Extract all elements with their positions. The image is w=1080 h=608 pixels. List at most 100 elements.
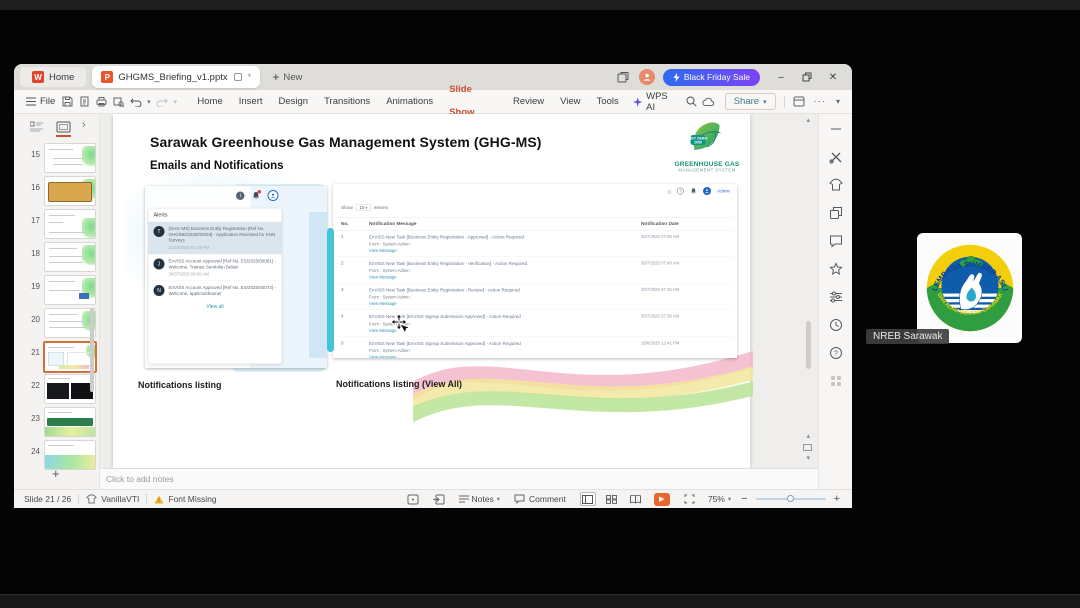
table-row: 2 EnVISS New Task [Business Entity Regis…: [337, 257, 733, 284]
save-button[interactable]: [59, 94, 76, 110]
slide-thumb-21-selected[interactable]: [43, 341, 97, 373]
info-icon: i: [236, 191, 245, 200]
tab-home[interactable]: W Home: [20, 67, 87, 87]
normal-view-button[interactable]: [579, 492, 596, 506]
tab-list-icon[interactable]: [617, 71, 629, 83]
help-icon[interactable]: ?: [829, 346, 843, 360]
slide-thumb-19[interactable]: [44, 275, 96, 305]
search-button[interactable]: [683, 94, 700, 110]
play-icon: ▶: [659, 496, 665, 503]
expand-panel-chevron[interactable]: ›: [82, 119, 86, 131]
theme-icon: [86, 494, 98, 504]
window-tab-bar: W Home P GHGMS_Briefing_v1.pptx * + New …: [14, 64, 852, 90]
svg-text:NET ZERO: NET ZERO: [689, 137, 708, 141]
editor-canvas[interactable]: Sarawak Greenhouse Gas Management System…: [100, 114, 818, 468]
undo-dropdown[interactable]: ▾: [144, 94, 153, 110]
zoom-level[interactable]: 75%: [708, 494, 725, 504]
cloud-sync-icon[interactable]: [700, 94, 717, 110]
slide-thumb-18[interactable]: [44, 242, 96, 272]
undo-button[interactable]: [127, 94, 144, 110]
slide-sorter-view-button[interactable]: [604, 492, 620, 506]
star-favorites-icon[interactable]: [829, 262, 843, 276]
tab-document[interactable]: P GHGMS_Briefing_v1.pptx *: [92, 66, 261, 88]
slide-thumb-23[interactable]: [44, 407, 96, 437]
notes-input[interactable]: Click to add notes: [100, 468, 818, 489]
notes-toggle[interactable]: Notes ▾: [458, 494, 500, 504]
svg-text:2050: 2050: [694, 141, 702, 145]
decor-teal-bar: [327, 228, 334, 352]
thumb-number: 19: [31, 282, 40, 291]
zoom-out-button[interactable]: −: [741, 493, 747, 505]
comment-panel-icon[interactable]: [829, 234, 843, 248]
view-message-link: View Message: [369, 301, 397, 307]
previous-slide-button[interactable]: ▴: [806, 432, 810, 440]
panel-scrollbar[interactable]: [90, 308, 94, 392]
alert-text: EnVISS Account Approved [Ref No. ES/2025…: [168, 258, 276, 270]
thumb-wave: [59, 365, 89, 369]
slide-thumb-16[interactable]: [44, 176, 96, 206]
skin-theme-icon[interactable]: [829, 178, 843, 192]
new-tab-button[interactable]: + New: [272, 70, 302, 84]
slide-size-icon[interactable]: [405, 492, 421, 506]
menu-animations[interactable]: Animations: [378, 90, 441, 113]
slide-thumb-22[interactable]: [44, 374, 96, 404]
scroll-up-arrow[interactable]: ▴: [806, 116, 810, 124]
settings-sliders-icon[interactable]: [829, 290, 843, 304]
menu-design[interactable]: Design: [271, 90, 317, 113]
apps-grid-icon[interactable]: [829, 374, 843, 388]
account-avatar[interactable]: [638, 69, 655, 85]
font-missing-warning[interactable]: Font Missing: [168, 494, 216, 504]
menu-view[interactable]: View: [552, 90, 588, 113]
table-row: 5 EnVISS New Task [EnVISS Signup Submiss…: [337, 337, 733, 358]
comment-button[interactable]: Comment: [514, 494, 566, 504]
collapse-ribbon-button[interactable]: ▾: [832, 97, 844, 106]
slide-thumb-20[interactable]: [44, 308, 96, 338]
menu-insert[interactable]: Insert: [231, 90, 271, 113]
slide-thumb-15[interactable]: [44, 143, 96, 173]
output-pdf-button[interactable]: [76, 94, 93, 110]
restore-button[interactable]: [794, 67, 820, 87]
shapes-copy-icon[interactable]: [829, 206, 843, 220]
slideshow-play-button[interactable]: ▶: [653, 492, 670, 506]
minimize-button[interactable]: –: [768, 67, 794, 87]
table-row: 1 EnVISS New Task [Business Entity Regis…: [337, 231, 733, 258]
promo-banner-button[interactable]: Black Friday Sale: [662, 68, 760, 86]
zoom-slider-knob[interactable]: [787, 495, 795, 502]
menu-home[interactable]: Home: [189, 90, 230, 113]
theme-name[interactable]: VanillaVTI: [101, 494, 139, 504]
collapse-rail-button[interactable]: [829, 122, 843, 136]
slide-thumb-17[interactable]: [44, 209, 96, 239]
zoom-slider[interactable]: [755, 495, 826, 502]
caption-right: Notifications listing (View All): [336, 379, 463, 389]
import-notes-icon[interactable]: [431, 492, 447, 506]
alert-time: 30/07/2025 09:09 AM: [168, 271, 209, 277]
menu-review[interactable]: Review: [505, 90, 552, 113]
fit-slide-button[interactable]: [682, 492, 698, 506]
more-options-button[interactable]: ···: [808, 96, 833, 107]
close-button[interactable]: ✕: [820, 67, 846, 87]
svg-text:?: ?: [834, 351, 838, 358]
history-clock-icon[interactable]: [829, 318, 843, 332]
redo-dropdown[interactable]: ▾: [171, 94, 180, 110]
table-topbar: ⌂ ? Admin: [667, 187, 730, 195]
share-button[interactable]: Share ▾: [724, 93, 776, 110]
canvas-scrollbar[interactable]: [806, 321, 811, 369]
print-preview-button[interactable]: [110, 94, 127, 110]
reading-view-button[interactable]: [628, 492, 644, 506]
alert-item-2: J EnVISS Account Approved [Ref No. ES/20…: [148, 255, 282, 282]
outline-view-icon[interactable]: [30, 121, 44, 133]
redo-button[interactable]: [154, 94, 171, 110]
menu-tools[interactable]: Tools: [589, 90, 627, 113]
tools-icon[interactable]: [829, 150, 843, 164]
slide-21[interactable]: Sarawak Greenhouse Gas Management System…: [113, 114, 753, 468]
menu-wps-ai[interactable]: WPS AI: [627, 91, 683, 113]
zoom-in-button[interactable]: +: [834, 493, 840, 505]
next-slide-button[interactable]: ▾: [806, 454, 810, 462]
add-slide-button[interactable]: +: [52, 466, 60, 481]
ribbon-layout-button[interactable]: [791, 94, 808, 110]
slide-nav-box[interactable]: [803, 444, 812, 451]
menu-transitions[interactable]: Transitions: [316, 90, 378, 113]
file-menu[interactable]: File: [22, 96, 59, 107]
slide-view-icon[interactable]: [56, 121, 71, 133]
print-button[interactable]: [93, 94, 110, 110]
